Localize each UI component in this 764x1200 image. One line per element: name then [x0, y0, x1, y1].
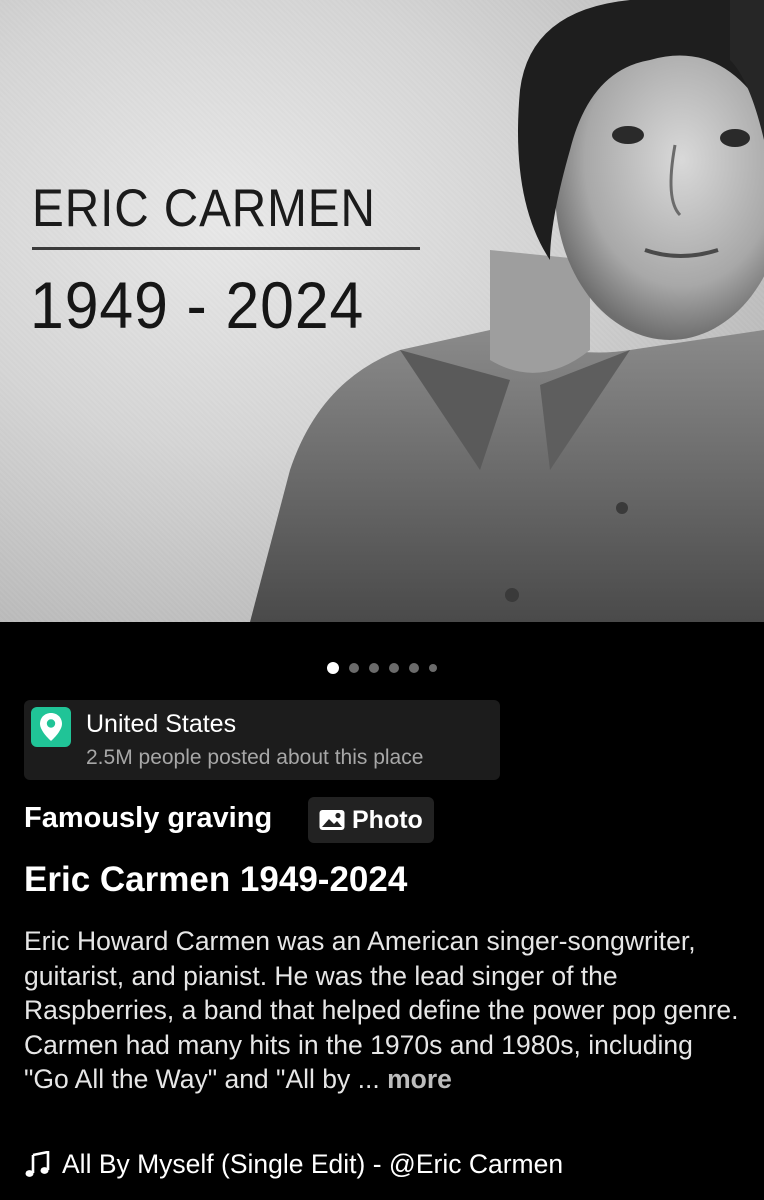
hero-photo[interactable]: ERIC CARMEN 1949 - 2024 [0, 0, 764, 622]
portrait-illustration [250, 0, 764, 622]
location-card[interactable]: United States 2.5M people posted about t… [24, 700, 500, 780]
location-name: United States [86, 710, 237, 738]
photo-icon [319, 810, 345, 830]
carousel-dot[interactable] [389, 663, 399, 673]
location-pin-icon [31, 707, 71, 747]
photo-chip[interactable]: Photo [308, 797, 434, 843]
music-title: All By Myself (Single Edit) - @Eric Carm… [62, 1149, 564, 1179]
carousel-dot[interactable] [409, 663, 419, 673]
post-title: Eric Carmen 1949-2024 [24, 860, 408, 899]
photo-chip-label: Photo [352, 805, 423, 834]
carousel-dot[interactable] [369, 663, 379, 673]
post-description[interactable]: Eric Howard Carmen was an American singe… [24, 924, 744, 1097]
music-note-icon [25, 1150, 50, 1177]
carousel-dot[interactable] [327, 662, 339, 674]
post-topic[interactable]: Famously graving [24, 802, 272, 835]
carousel-dot[interactable] [349, 663, 359, 673]
more-link[interactable]: more [387, 1064, 452, 1094]
description-text: Eric Howard Carmen was an American singe… [24, 926, 739, 1094]
location-subtitle: 2.5M people posted about this place [86, 746, 424, 769]
carousel-indicator[interactable] [0, 662, 764, 674]
carousel-dot[interactable] [429, 664, 437, 672]
music-attribution[interactable]: All By Myself (Single Edit) - @Eric Carm… [24, 1149, 563, 1180]
